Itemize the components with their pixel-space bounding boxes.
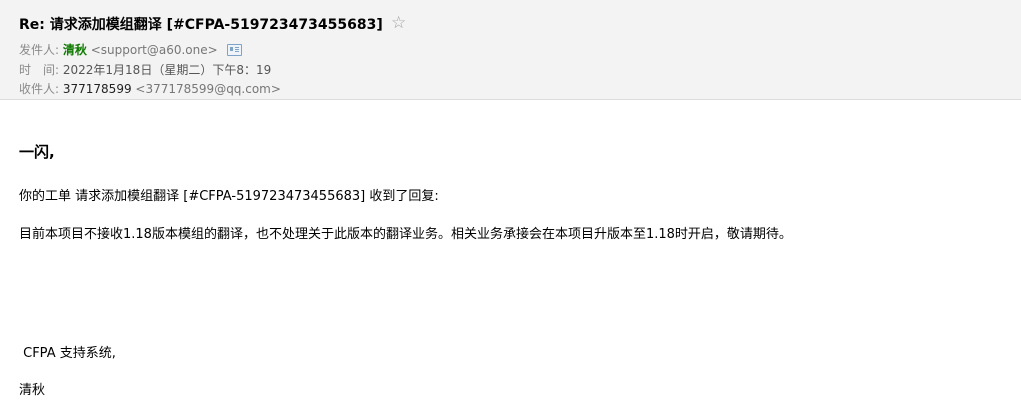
signature-org: CFPA 支持系统, <box>19 346 116 361</box>
from-label: 发件人: <box>19 43 60 57</box>
sender-address[interactable]: <support@a60.one> <box>91 43 218 57</box>
to-label: 收件人: <box>19 82 60 96</box>
recipient-name[interactable]: 377178599 <box>63 82 132 96</box>
greeting: 一闪, <box>19 143 55 161</box>
signature-name: 清秋 <box>19 383 46 398</box>
email-header: Re: 请求添加模组翻译 [#CFPA-519723473455683] ☆ 发… <box>0 0 1021 100</box>
body-line-notice: 目前本项目不接收1.18版本模组的翻译，也不处理关于此版本的翻译业务。相关业务承… <box>19 227 792 242</box>
sender-name[interactable]: 清秋 <box>63 43 87 57</box>
body-line-ticket: 你的工单 请求添加模组翻译 [#CFPA-519723473455683] 收到… <box>19 189 439 204</box>
to-row: 收件人: 377178599 <377178599@qq.com> <box>19 80 281 97</box>
star-outline-icon[interactable]: ☆ <box>391 13 406 33</box>
time-label: 时 间: <box>19 63 60 77</box>
time-value: 2022年1月18日（星期二）下午8：19 <box>62 63 272 77</box>
recipient-address[interactable]: <377178599@qq.com> <box>135 82 281 96</box>
from-row: 发件人: 清秋 <support@a60.one> <box>19 41 242 58</box>
contact-card-icon[interactable] <box>226 44 242 56</box>
time-row: 时 间: 2022年1月18日（星期二）下午8：19 <box>19 61 271 78</box>
email-subject: Re: 请求添加模组翻译 [#CFPA-519723473455683] <box>19 17 383 33</box>
